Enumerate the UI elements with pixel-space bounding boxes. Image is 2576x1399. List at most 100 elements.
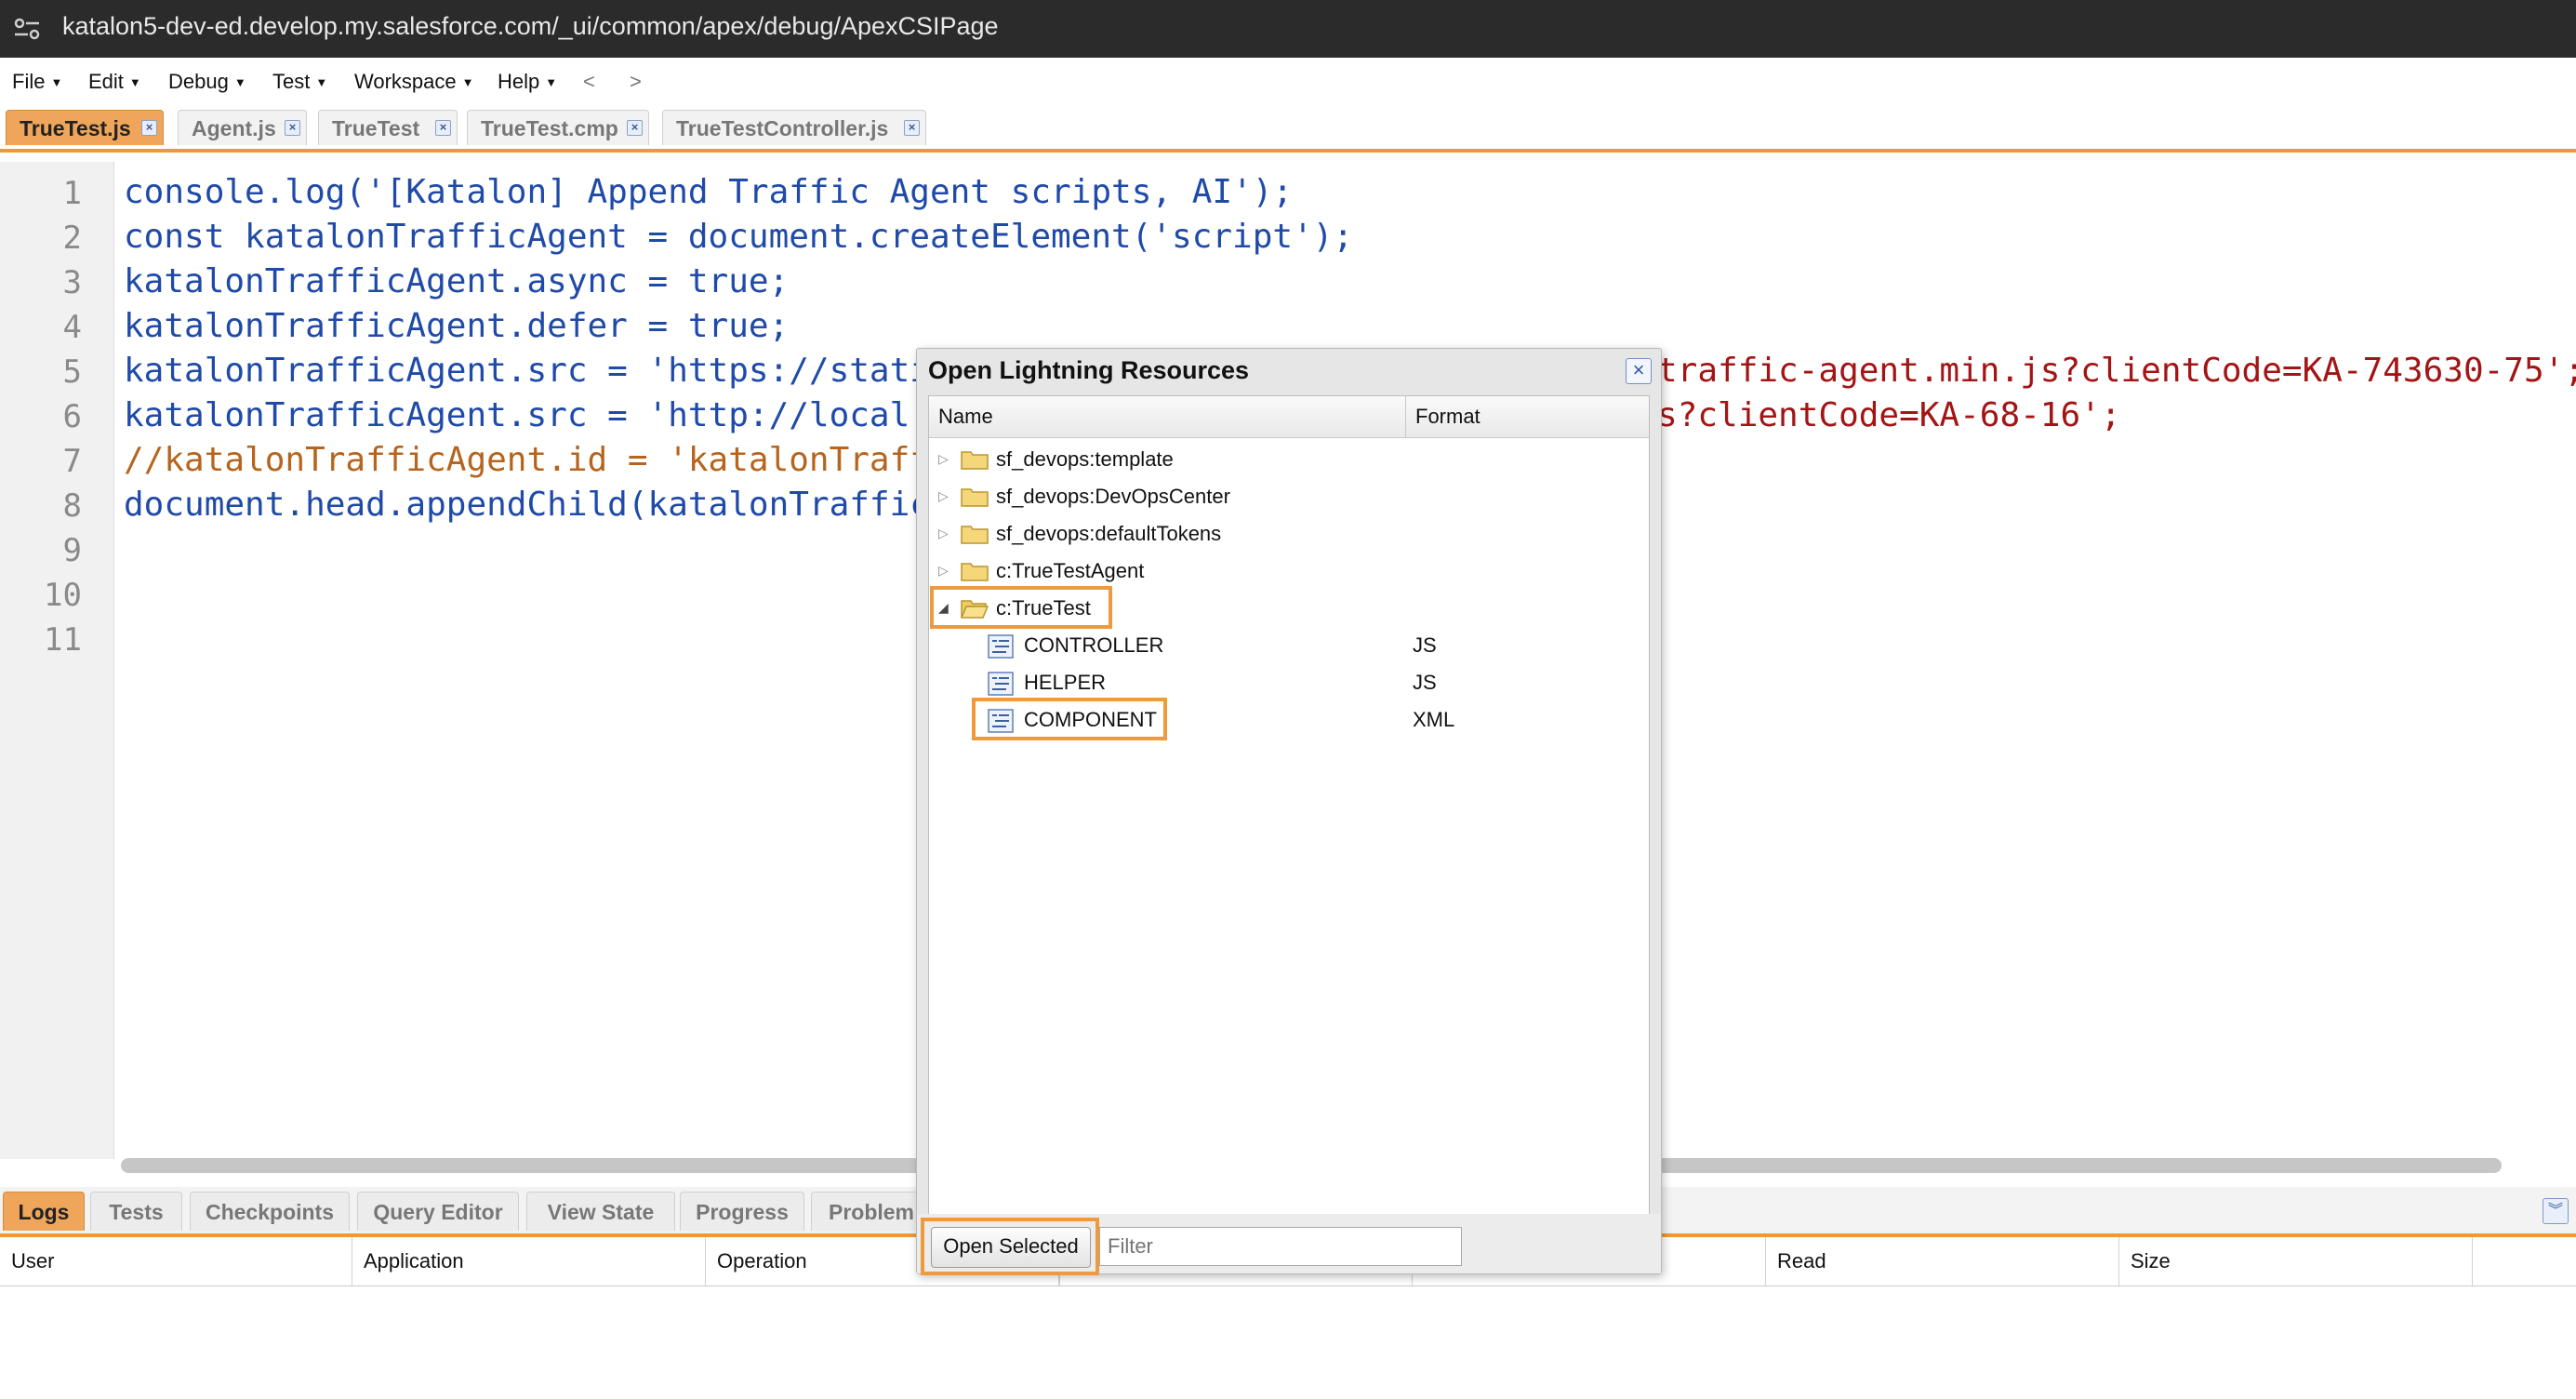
tree-row-format: JS <box>1413 671 1437 694</box>
close-tab-icon[interactable]: × <box>285 120 300 136</box>
chevron-down-icon: ▼ <box>315 75 328 89</box>
chevron-down-icon: ▼ <box>128 75 141 89</box>
line-number: 4 <box>62 309 82 346</box>
line-number: 5 <box>62 353 82 391</box>
browser-url-bar: katalon5-dev-ed.develop.my.salesforce.co… <box>0 0 2576 58</box>
tree-row-controller[interactable]: CONTROLLER JS <box>929 627 1649 664</box>
tree-row-label: sf_devops:defaultTokens <box>996 522 1222 545</box>
tab-tests[interactable]: Tests <box>90 1192 182 1231</box>
menu-bar: File ▼ Edit ▼ Debug ▼ Test ▼ Workspace ▼ Help… <box>0 58 2576 106</box>
menu-debug[interactable]: Debug ▼ <box>168 58 246 106</box>
line-number: 7 <box>62 443 82 480</box>
code-line: katalonTrafficAgent.defer = true; <box>124 307 790 345</box>
tree-row-format: XML <box>1413 708 1455 731</box>
tree-row-sf-devops-template[interactable]: ▷ sf_devops:template <box>929 441 1649 478</box>
close-tab-icon[interactable]: × <box>435 120 451 136</box>
tree-row-helper[interactable]: HELPER JS <box>929 664 1649 701</box>
tab-label: Agent.js <box>192 116 276 140</box>
tab-truetestcontroller-js[interactable]: TrueTestController.js × <box>662 110 926 145</box>
code-line: katalonTrafficAgent.src = 'http://local <box>124 396 910 434</box>
tab-truetest[interactable]: TrueTest × <box>318 110 458 145</box>
tree-row-format: JS <box>1413 633 1437 657</box>
folder-icon <box>961 488 989 507</box>
dialog-footer: Open Selected <box>917 1214 1661 1275</box>
highlight-box-open-selected <box>921 1218 1099 1275</box>
site-settings-icon[interactable] <box>11 13 43 45</box>
code-line: //katalonTrafficAgent.id = 'katalonTraff <box>124 441 930 479</box>
code-line-tail: traffic-agent.min.js?clientCode=KA-74363… <box>1657 352 2576 390</box>
tab-truetest-js[interactable]: TrueTest.js × <box>6 110 164 145</box>
tab-query-editor[interactable]: Query Editor <box>357 1192 519 1231</box>
close-tab-icon[interactable]: × <box>904 120 920 136</box>
tree-row-label: sf_devops:DevOpsCenter <box>996 485 1230 508</box>
dialog-title: Open Lightning Resources <box>928 356 1250 384</box>
line-number: 8 <box>62 487 82 525</box>
expand-triangle-icon[interactable]: ▷ <box>938 526 949 541</box>
menu-workspace[interactable]: Workspace ▼ <box>354 58 474 106</box>
line-number: 10 <box>44 577 82 614</box>
chevron-down-icon: ▼ <box>461 75 474 89</box>
expand-triangle-icon[interactable]: ▷ <box>938 563 949 579</box>
tab-logs[interactable]: Logs <box>3 1192 85 1231</box>
line-number-gutter: 1 2 3 4 5 6 7 8 9 10 11 <box>0 162 114 1159</box>
close-icon[interactable]: × <box>1626 358 1652 384</box>
back-arrow-button[interactable]: < <box>583 58 595 106</box>
tree-row-sf-devops-devopscenter[interactable]: ▷ sf_devops:DevOpsCenter <box>929 478 1649 515</box>
code-line-tail: s?clientCode=KA-68-16'; <box>1657 396 2121 434</box>
tab-progress[interactable]: Progress <box>680 1192 804 1231</box>
menu-help[interactable]: Help ▼ <box>498 58 557 106</box>
chevron-down-icon: ▼ <box>233 75 246 89</box>
tab-label: TrueTest.js <box>20 116 131 140</box>
tab-label: TrueTestController.js <box>676 116 889 140</box>
code-line: katalonTrafficAgent.src = 'https://stati <box>124 352 930 390</box>
col-user[interactable]: User <box>0 1237 352 1286</box>
close-tab-icon[interactable]: × <box>141 120 157 136</box>
menu-edit[interactable]: Edit ▼ <box>88 58 141 106</box>
tab-checkpoints[interactable]: Checkpoints <box>190 1192 350 1231</box>
collapse-panel-icon[interactable]: ︾ <box>2543 1198 2569 1224</box>
tab-label: TrueTest <box>332 116 420 140</box>
expand-triangle-icon[interactable]: ▷ <box>938 488 949 504</box>
tree-empty-area <box>929 740 1649 1215</box>
code-line: document.head.appendChild(katalonTraffic <box>124 486 930 524</box>
line-number: 1 <box>62 175 82 212</box>
tab-problems[interactable]: Problem <box>811 1192 932 1231</box>
highlight-box-component <box>972 698 1167 740</box>
chevron-down-icon: ▼ <box>545 75 558 89</box>
tab-truetest-cmp[interactable]: TrueTest.cmp × <box>467 110 649 145</box>
line-number: 6 <box>62 398 82 435</box>
menu-test-label: Test <box>272 70 311 93</box>
url-text[interactable]: katalon5-dev-ed.develop.my.salesforce.co… <box>62 0 999 58</box>
expand-triangle-icon[interactable]: ▷ <box>938 451 949 467</box>
resources-table-header: Name Format <box>929 396 1649 438</box>
tab-label: TrueTest.cmp <box>481 116 618 140</box>
tree-row-label: HELPER <box>1024 671 1107 694</box>
menu-file[interactable]: File ▼ <box>12 58 62 106</box>
tab-agent-js[interactable]: Agent.js × <box>178 110 307 145</box>
menu-edit-label: Edit <box>88 70 124 93</box>
col-size[interactable]: Size <box>2119 1237 2473 1286</box>
col-format[interactable]: Format <box>1406 396 1649 437</box>
filter-input[interactable] <box>1099 1227 1462 1266</box>
col-name[interactable]: Name <box>929 396 1406 437</box>
folder-icon <box>961 526 989 544</box>
menu-help-label: Help <box>498 70 540 93</box>
code-line: katalonTrafficAgent.async = true; <box>124 262 790 300</box>
code-line: const katalonTrafficAgent = document.cre… <box>124 218 1354 256</box>
chevron-down-icon: ▼ <box>50 75 63 89</box>
forward-arrow-button[interactable]: > <box>630 58 642 106</box>
folder-icon <box>961 563 989 581</box>
menu-file-label: File <box>12 70 46 93</box>
col-read[interactable]: Read <box>1766 1237 2119 1286</box>
line-number: 2 <box>62 220 82 257</box>
tree-row-sf-devops-defaulttokens[interactable]: ▷ sf_devops:defaultTokens <box>929 515 1649 553</box>
resources-table: Name Format ▷ sf_devops:template ▷ sf_de… <box>928 395 1650 1216</box>
close-tab-icon[interactable]: × <box>627 120 643 136</box>
tree-row-label: c:TrueTestAgent <box>996 559 1145 582</box>
editor-tab-bar: TrueTest.js × Agent.js × TrueTest × TrueTes… <box>0 106 2576 153</box>
file-icon <box>988 672 1014 696</box>
col-application[interactable]: Application <box>352 1237 706 1286</box>
tree-row-c-truetestagent[interactable]: ▷ c:TrueTestAgent <box>929 553 1649 590</box>
menu-test[interactable]: Test ▼ <box>272 58 327 106</box>
tab-view-state[interactable]: View State <box>526 1192 675 1231</box>
